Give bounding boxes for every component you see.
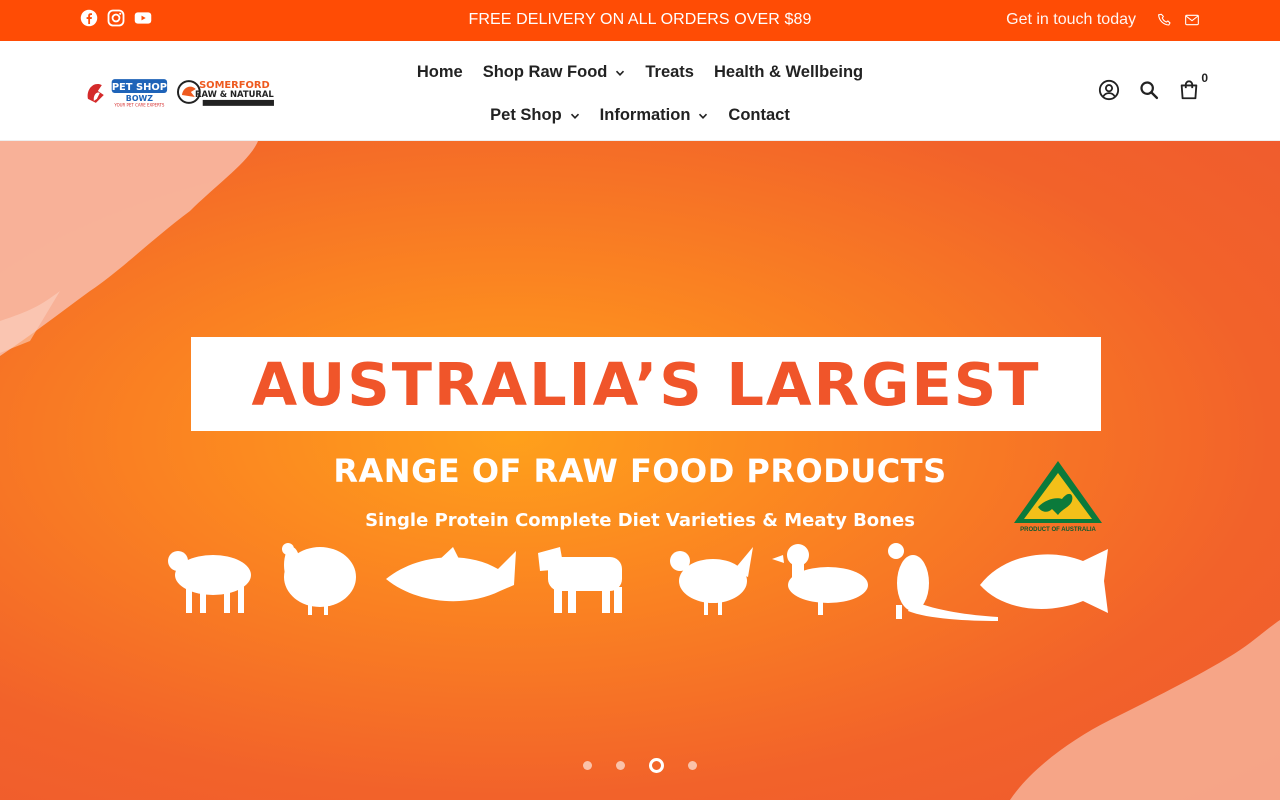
svg-text:YOUR PET CARE EXPERTS: YOUR PET CARE EXPERTS	[114, 102, 164, 107]
nav-item-label: Treats	[645, 63, 694, 81]
cart-button[interactable]: 0	[1178, 71, 1208, 106]
slider-dot-4[interactable]	[688, 761, 697, 770]
nav-item-label: Information	[599, 106, 691, 124]
site-header: PET SHOP BOWZ YOUR PET CARE EXPERTS SOME…	[0, 41, 1280, 141]
nav-item-contact[interactable]: Contact	[718, 102, 799, 129]
turkey-icon	[282, 543, 356, 615]
cart-icon	[1180, 80, 1198, 100]
australia-triangle-icon	[1014, 461, 1102, 523]
brush-stroke-bottom-right	[1010, 620, 1280, 800]
hero-headline: AUSTRALIA’S LARGEST	[251, 349, 1041, 419]
main-navigation: Home Shop Raw Food Treats Health & Wellbein…	[360, 59, 920, 129]
brush-stroke-top-left	[0, 141, 258, 356]
slider-dot-3[interactable]	[649, 758, 664, 773]
nav-item-information[interactable]: Information	[590, 102, 719, 129]
chevron-down-icon	[570, 113, 579, 119]
nav-item-label: Home	[416, 63, 463, 81]
petshop-bowz-logo: PET SHOP BOWZ YOUR PET CARE EXPERTS	[87, 79, 168, 107]
contact-label[interactable]: Get in touch today	[1006, 11, 1136, 29]
lamb-icon	[168, 551, 251, 613]
cow-icon	[538, 547, 622, 613]
nav-item-home[interactable]: Home	[407, 59, 473, 86]
product-of-australia-badge: PRODUCT OF AUSTRALIA	[1012, 459, 1104, 533]
nav-item-label: Health & Wellbeing	[713, 63, 864, 81]
slider-dot-2[interactable]	[616, 761, 625, 770]
nav-item-pet-shop[interactable]: Pet Shop	[480, 102, 590, 129]
kangaroo-icon	[888, 543, 998, 621]
chevron-down-icon	[616, 70, 625, 76]
nav-item-shop-raw-food[interactable]: Shop Raw Food	[473, 59, 636, 86]
hero-slider[interactable]: AUSTRALIA’S LARGEST RANGE OF RAW FOOD PR…	[0, 141, 1280, 800]
duck-icon	[772, 544, 868, 615]
header-icons: 0	[1098, 71, 1208, 106]
phone-icon[interactable]	[1157, 12, 1173, 28]
slider-pagination	[0, 758, 1280, 773]
animal-silhouettes	[168, 543, 1108, 621]
nav-item-label: Contact	[728, 106, 790, 124]
chevron-down-icon	[699, 113, 708, 119]
nav-item-label: Pet Shop	[490, 106, 562, 124]
somerford-logo: SOMERFORD RAW & NATURAL	[177, 80, 274, 106]
account-icon[interactable]	[1098, 79, 1120, 101]
slider-dot-1[interactable]	[583, 761, 592, 770]
chicken-icon	[670, 547, 753, 615]
nav-item-label: Shop Raw Food	[482, 63, 608, 81]
contact-links: Get in touch today	[1006, 11, 1200, 29]
nav-item-treats[interactable]: Treats	[635, 59, 704, 86]
site-logo[interactable]: PET SHOP BOWZ YOUR PET CARE EXPERTS SOME…	[84, 75, 276, 109]
cart-count: 0	[1201, 71, 1208, 85]
barramundi-icon	[980, 549, 1108, 613]
svg-text:RAW & NATURAL: RAW & NATURAL	[195, 89, 274, 99]
announcement-bar: FREE DELIVERY ON ALL ORDERS OVER $89 Get…	[0, 0, 1280, 41]
headline-box: AUSTRALIA’S LARGEST	[191, 337, 1101, 431]
nav-item-health-wellbeing[interactable]: Health & Wellbeing	[704, 59, 873, 86]
badge-caption: PRODUCT OF AUSTRALIA	[1020, 527, 1096, 533]
salmon-icon	[386, 547, 516, 602]
search-icon[interactable]	[1138, 79, 1160, 101]
svg-text:PET SHOP: PET SHOP	[112, 82, 167, 93]
mail-icon[interactable]	[1184, 12, 1200, 28]
